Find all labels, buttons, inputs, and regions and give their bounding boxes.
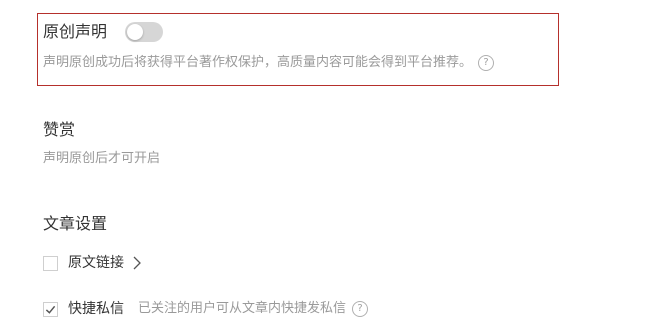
quick-message-label[interactable]: 快捷私信 <box>68 300 124 318</box>
original-declaration-description: 声明原创成功后将获得平台著作权保护，高质量内容可能会得到平台推荐。 <box>43 55 473 70</box>
chevron-right-icon[interactable] <box>132 256 142 270</box>
original-declaration-toggle[interactable] <box>125 22 163 42</box>
quick-message-hint-row: 已关注的用户可从文章内快捷发私信 ? <box>138 300 369 318</box>
article-settings-title: 文章设置 <box>43 214 108 233</box>
original-link-checkbox[interactable] <box>43 255 58 271</box>
quick-message-row: 快捷私信 已关注的用户可从文章内快捷发私信 ? <box>43 300 369 318</box>
original-declaration-title: 原创声明 <box>43 22 108 41</box>
original-link-label[interactable]: 原文链接 <box>68 254 124 272</box>
reward-title: 赞赏 <box>43 120 76 139</box>
checkmark-icon <box>45 305 56 314</box>
quick-message-hint: 已关注的用户可从文章内快捷发私信 <box>138 301 347 316</box>
original-link-row[interactable]: 原文链接 <box>43 254 142 272</box>
question-circle-icon[interactable]: ? <box>352 301 369 317</box>
original-declaration-highlight-box <box>37 13 559 86</box>
original-declaration-description-row: 声明原创成功后将获得平台著作权保护，高质量内容可能会得到平台推荐。 ? <box>43 54 495 72</box>
question-circle-icon[interactable]: ? <box>478 55 495 71</box>
quick-message-checkbox[interactable] <box>43 301 58 317</box>
toggle-knob <box>127 24 143 40</box>
reward-description: 声明原创后才可开启 <box>43 151 161 166</box>
